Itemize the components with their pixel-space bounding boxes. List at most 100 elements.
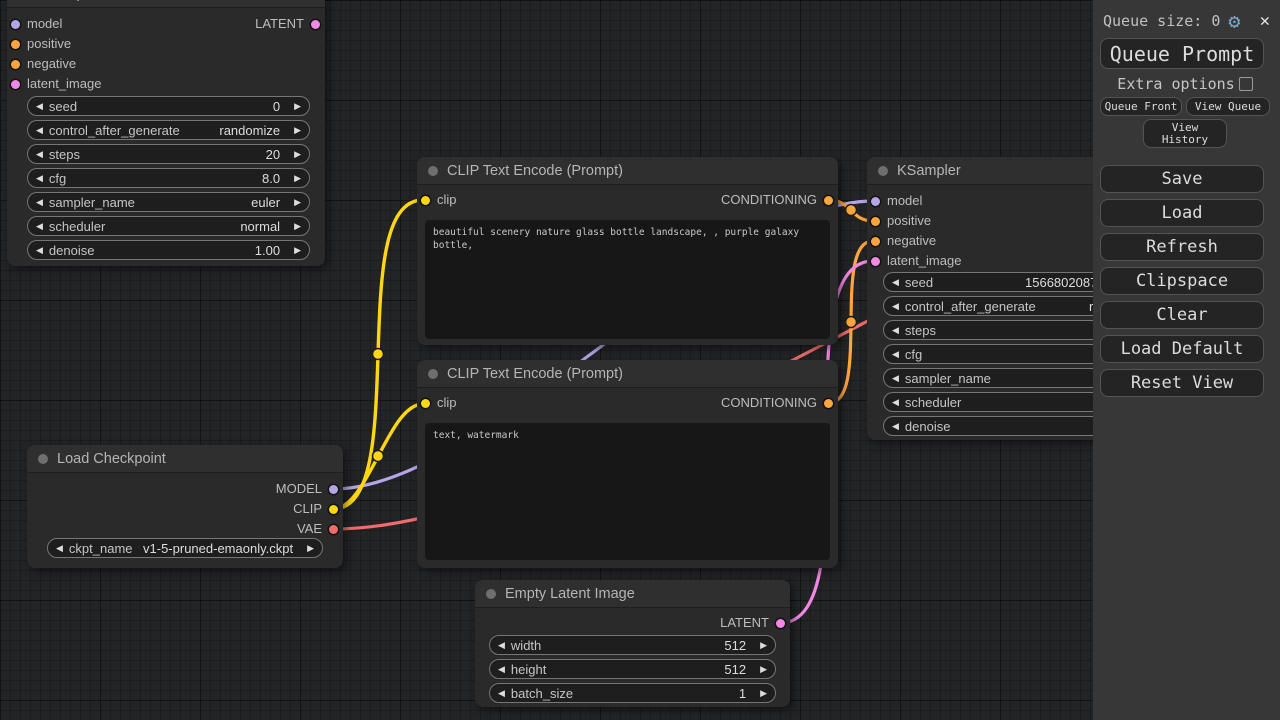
close-icon[interactable]: ✕ (1260, 11, 1270, 31)
decrement-arrow-icon[interactable]: ◀ (36, 216, 43, 236)
wire-midpoint-dot[interactable] (846, 317, 857, 328)
decrement-arrow-icon[interactable]: ◀ (36, 192, 43, 212)
widget-sampler-name[interactable]: ◀ sampler_name euler ▶ (27, 192, 310, 212)
node-load-checkpoint[interactable]: Load Checkpoint MODEL CLIP VAE ◀ ckpt_na… (27, 445, 343, 568)
input-port-negative[interactable]: negative (11, 56, 76, 72)
input-port-model[interactable]: model (871, 193, 922, 209)
port-dot-icon[interactable] (329, 505, 338, 514)
widget-ckpt-name[interactable]: ◀ ckpt_name v1-5-pruned-emaonly.ckpt ▶ (47, 538, 323, 558)
output-port-latent[interactable]: LATENT (255, 16, 320, 32)
decrement-arrow-icon[interactable]: ◀ (498, 683, 505, 703)
widget-seed[interactable]: ◀ seed 0 ▶ (27, 96, 310, 116)
output-port-clip[interactable]: CLIP (293, 501, 338, 517)
save-button[interactable]: Save (1100, 165, 1264, 193)
increment-arrow-icon[interactable]: ▶ (294, 216, 301, 236)
queue-front-button[interactable]: Queue Front (1100, 97, 1182, 116)
port-dot-icon[interactable] (11, 60, 20, 69)
increment-arrow-icon[interactable]: ▶ (760, 635, 767, 655)
widget-cfg[interactable]: ◀ cfg 8.0 ▶ (27, 168, 310, 188)
port-dot-icon[interactable] (311, 20, 320, 29)
clipspace-button[interactable]: Clipspace (1100, 267, 1264, 295)
node-title-bar[interactable]: KSampler (7, 0, 325, 8)
decrement-arrow-icon[interactable]: ◀ (892, 392, 899, 412)
port-dot-icon[interactable] (824, 399, 833, 408)
reset-view-button[interactable]: Reset View (1100, 369, 1264, 397)
decrement-arrow-icon[interactable]: ◀ (36, 144, 43, 164)
port-dot-icon[interactable] (871, 237, 880, 246)
input-port-clip[interactable]: clip (421, 192, 457, 208)
decrement-arrow-icon[interactable]: ◀ (892, 344, 899, 364)
wire-midpoint-dot[interactable] (373, 451, 384, 462)
collapse-dot-icon[interactable] (878, 166, 888, 176)
decrement-arrow-icon[interactable]: ◀ (892, 368, 899, 388)
decrement-arrow-icon[interactable]: ◀ (498, 635, 505, 655)
decrement-arrow-icon[interactable]: ◀ (498, 659, 505, 679)
wire-midpoint-dot[interactable] (846, 205, 857, 216)
increment-arrow-icon[interactable]: ▶ (294, 192, 301, 212)
node-title-bar[interactable]: Empty Latent Image (475, 580, 790, 608)
queue-prompt-button[interactable]: Queue Prompt (1100, 38, 1264, 69)
node-ksampler-left[interactable]: KSampler model positive negative latent_… (7, 0, 325, 266)
port-dot-icon[interactable] (421, 399, 430, 408)
decrement-arrow-icon[interactable]: ◀ (892, 320, 899, 340)
output-port-conditioning[interactable]: CONDITIONING (721, 395, 833, 411)
decrement-arrow-icon[interactable]: ◀ (36, 240, 43, 260)
prompt-textarea[interactable]: text, watermark (425, 423, 830, 560)
node-empty-latent-image[interactable]: Empty Latent Image LATENT ◀ width 512 ▶ … (475, 580, 790, 707)
port-dot-icon[interactable] (329, 525, 338, 534)
settings-gear-icon[interactable]: ⚙ (1228, 11, 1240, 31)
decrement-arrow-icon[interactable]: ◀ (36, 168, 43, 188)
increment-arrow-icon[interactable]: ▶ (294, 240, 301, 260)
collapse-dot-icon[interactable] (428, 369, 438, 379)
input-port-latent-image[interactable]: latent_image (11, 76, 101, 92)
port-dot-icon[interactable] (421, 196, 430, 205)
decrement-arrow-icon[interactable]: ◀ (36, 120, 43, 140)
refresh-button[interactable]: Refresh (1100, 233, 1264, 261)
output-port-vae[interactable]: VAE (297, 521, 338, 537)
clear-button[interactable]: Clear (1100, 301, 1264, 329)
input-port-clip[interactable]: clip (421, 395, 457, 411)
view-history-button[interactable]: View History (1143, 119, 1227, 148)
node-title-bar[interactable]: Load Checkpoint (27, 445, 343, 473)
port-dot-icon[interactable] (11, 80, 20, 89)
widget-height[interactable]: ◀ height 512 ▶ (489, 659, 776, 679)
next-arrow-icon[interactable]: ▶ (307, 538, 314, 558)
view-queue-button[interactable]: View Queue (1186, 97, 1270, 116)
port-dot-icon[interactable] (11, 40, 20, 49)
input-port-latent-image[interactable]: latent_image (871, 253, 961, 269)
wire-midpoint-dot[interactable] (373, 349, 384, 360)
output-port-model[interactable]: MODEL (276, 481, 338, 497)
input-port-negative[interactable]: negative (871, 233, 936, 249)
widget-batch-size[interactable]: ◀ batch_size 1 ▶ (489, 683, 776, 703)
increment-arrow-icon[interactable]: ▶ (294, 168, 301, 188)
collapse-dot-icon[interactable] (38, 454, 48, 464)
port-dot-icon[interactable] (871, 217, 880, 226)
extra-options-checkbox[interactable] (1239, 77, 1253, 91)
load-button[interactable]: Load (1100, 199, 1264, 227)
port-dot-icon[interactable] (871, 257, 880, 266)
widget-steps[interactable]: ◀ steps 20 ▶ (27, 144, 310, 164)
widget-scheduler[interactable]: ◀ scheduler normal ▶ (27, 216, 310, 236)
widget-width[interactable]: ◀ width 512 ▶ (489, 635, 776, 655)
port-dot-icon[interactable] (824, 196, 833, 205)
widget-control-after-generate[interactable]: ◀ control_after_generate randomize ▶ (27, 120, 310, 140)
input-port-positive[interactable]: positive (871, 213, 931, 229)
decrement-arrow-icon[interactable]: ◀ (892, 416, 899, 436)
port-dot-icon[interactable] (871, 197, 880, 206)
port-dot-icon[interactable] (11, 20, 20, 29)
decrement-arrow-icon[interactable]: ◀ (36, 96, 43, 116)
increment-arrow-icon[interactable]: ▶ (294, 96, 301, 116)
collapse-dot-icon[interactable] (486, 589, 496, 599)
node-clip-text-encode-negative[interactable]: CLIP Text Encode (Prompt) clip CONDITION… (417, 360, 838, 568)
increment-arrow-icon[interactable]: ▶ (760, 659, 767, 679)
decrement-arrow-icon[interactable]: ◀ (892, 296, 899, 316)
input-port-model[interactable]: model (11, 16, 62, 32)
node-graph-canvas[interactable]: KSampler model positive negative latent_… (0, 0, 1280, 720)
node-clip-text-encode-positive[interactable]: CLIP Text Encode (Prompt) clip CONDITION… (417, 157, 838, 345)
prompt-textarea[interactable]: beautiful scenery nature glass bottle la… (425, 220, 830, 339)
widget-denoise[interactable]: ◀ denoise 1.00 ▶ (27, 240, 310, 260)
increment-arrow-icon[interactable]: ▶ (760, 683, 767, 703)
input-port-positive[interactable]: positive (11, 36, 71, 52)
output-port-latent[interactable]: LATENT (720, 615, 785, 631)
output-port-conditioning[interactable]: CONDITIONING (721, 192, 833, 208)
